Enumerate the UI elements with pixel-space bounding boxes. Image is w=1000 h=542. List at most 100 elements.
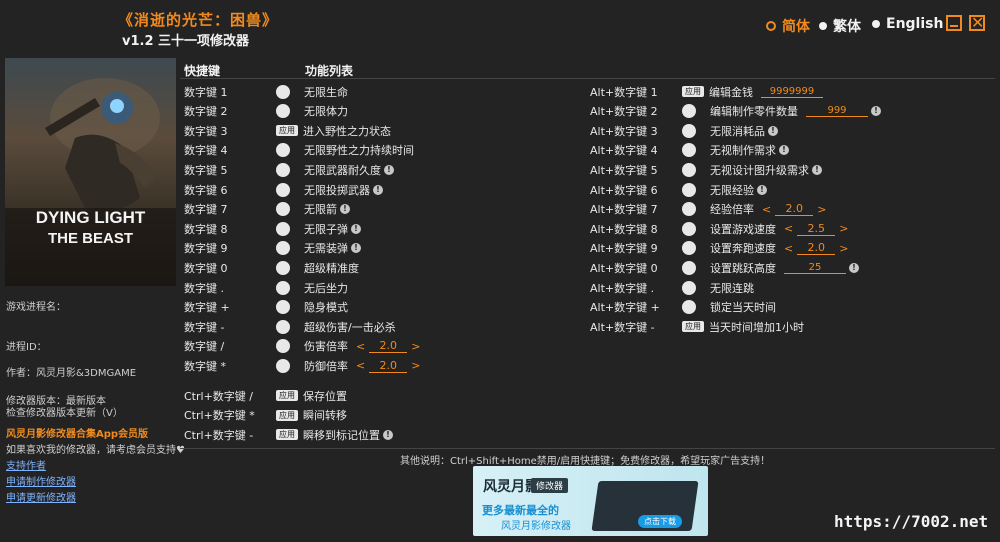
hotkey-column-header: 快捷键 bbox=[184, 64, 221, 78]
hotkey-label: 数字键 . bbox=[184, 281, 224, 295]
hotkey-label: 数字键 8 bbox=[184, 222, 228, 236]
increase-button[interactable]: > bbox=[411, 359, 420, 372]
function-label: 设置奔跑速度 bbox=[710, 242, 776, 256]
close-button[interactable]: ✕ bbox=[969, 15, 985, 31]
decrease-button[interactable]: < bbox=[356, 359, 365, 372]
info-icon[interactable]: ! bbox=[340, 204, 350, 215]
toggle-switch[interactable] bbox=[682, 260, 696, 275]
info-icon[interactable]: ! bbox=[849, 262, 859, 273]
hotkey-label: 数字键 - bbox=[184, 320, 225, 334]
toggle-switch[interactable] bbox=[276, 221, 290, 236]
stepper-value[interactable]: 2.5 bbox=[797, 222, 836, 236]
toggle-switch[interactable] bbox=[276, 182, 290, 197]
apply-button[interactable]: 应用 bbox=[276, 409, 298, 421]
toggle-switch[interactable] bbox=[682, 143, 696, 158]
function-label: 瞬间转移 bbox=[303, 409, 347, 422]
minimize-button[interactable] bbox=[946, 15, 962, 31]
cheat-row: Ctrl+数字键 / 应用 保存位置 bbox=[184, 386, 347, 405]
info-icon[interactable]: ! bbox=[779, 145, 789, 156]
apply-button[interactable]: 应用 bbox=[276, 390, 298, 401]
toggle-switch[interactable] bbox=[682, 202, 696, 217]
toggle-switch[interactable] bbox=[276, 280, 290, 295]
lang-option-traditional[interactable]: 繁体 bbox=[819, 16, 861, 36]
decrease-button[interactable]: < bbox=[784, 242, 793, 255]
info-icon[interactable]: ! bbox=[812, 164, 822, 175]
function-label: 无视制作需求 bbox=[710, 144, 776, 158]
ad-download-button[interactable]: 点击下载 bbox=[638, 515, 682, 528]
decrease-button[interactable]: < bbox=[356, 340, 365, 353]
function-label: 伤害倍率 bbox=[304, 340, 348, 354]
cheat-row: Alt+数字键 6 无限经验! bbox=[590, 180, 767, 199]
toggle-switch[interactable] bbox=[682, 182, 696, 197]
apply-button[interactable]: 应用 bbox=[682, 321, 704, 333]
info-icon[interactable]: ! bbox=[383, 429, 393, 440]
info-icon[interactable]: ! bbox=[373, 184, 383, 195]
toggle-switch[interactable] bbox=[276, 260, 290, 275]
support-author-link[interactable]: 支持作者 bbox=[6, 457, 46, 472]
value-input[interactable]: 25 bbox=[784, 262, 846, 274]
info-icon[interactable]: ! bbox=[384, 164, 394, 175]
toggle-switch[interactable] bbox=[276, 241, 290, 256]
function-label: 无限野性之力持续时间 bbox=[304, 144, 414, 158]
decrease-button[interactable]: < bbox=[784, 222, 793, 235]
stepper-value[interactable]: 2.0 bbox=[369, 359, 408, 373]
apply-button[interactable]: 应用 bbox=[682, 86, 704, 97]
info-icon[interactable]: ! bbox=[871, 106, 881, 117]
value-input[interactable]: 999 bbox=[806, 105, 868, 118]
check-update-link[interactable]: 检查修改器版本更新（V） bbox=[6, 404, 123, 419]
increase-button[interactable]: > bbox=[411, 340, 420, 353]
lang-option-english[interactable]: English bbox=[872, 16, 943, 32]
apply-button[interactable]: 应用 bbox=[276, 125, 298, 137]
toggle-switch[interactable] bbox=[682, 123, 696, 138]
function-label: 编辑金钱 bbox=[709, 85, 753, 99]
apply-button[interactable]: 应用 bbox=[276, 429, 298, 440]
toggle-switch[interactable] bbox=[682, 300, 696, 315]
promo-link[interactable]: 风灵月影修改器合集App会员版 bbox=[6, 425, 148, 440]
lang-label: 简体 bbox=[782, 19, 810, 35]
lang-option-simplified[interactable]: 简体 bbox=[766, 16, 810, 36]
hotkey-label: Ctrl+数字键 / bbox=[184, 389, 253, 403]
info-icon[interactable]: ! bbox=[351, 243, 361, 254]
toggle-switch[interactable] bbox=[682, 162, 696, 177]
toggle-switch[interactable] bbox=[276, 319, 290, 334]
hotkey-label: Alt+数字键 6 bbox=[590, 183, 658, 197]
increase-button[interactable]: > bbox=[839, 242, 848, 255]
request-update-link[interactable]: 申请更新修改器 bbox=[6, 489, 76, 504]
function-label: 无限体力 bbox=[304, 105, 348, 119]
toggle-switch[interactable] bbox=[276, 143, 290, 158]
hotkey-label: Alt+数字键 4 bbox=[590, 144, 658, 158]
toggle-switch[interactable] bbox=[276, 162, 290, 177]
info-icon[interactable]: ! bbox=[768, 125, 778, 136]
increase-button[interactable]: > bbox=[839, 222, 848, 235]
footer-divider bbox=[180, 448, 995, 449]
toggle-switch[interactable] bbox=[682, 241, 696, 256]
value-input[interactable]: 9999999 bbox=[761, 86, 823, 98]
toggle-switch[interactable] bbox=[276, 358, 290, 373]
function-label: 超级伤害/一击必杀 bbox=[304, 320, 396, 334]
info-icon[interactable]: ! bbox=[757, 184, 767, 195]
toggle-switch[interactable] bbox=[276, 300, 290, 315]
toggle-switch[interactable] bbox=[682, 221, 696, 236]
decrease-button[interactable]: < bbox=[762, 203, 771, 216]
stepper-value[interactable]: 2.0 bbox=[775, 202, 814, 217]
function-label: 无需装弹 bbox=[304, 242, 348, 256]
toggle-switch[interactable] bbox=[276, 202, 290, 217]
hotkey-label: 数字键 4 bbox=[184, 144, 228, 158]
stepper-value[interactable]: 2.0 bbox=[797, 241, 836, 256]
request-trainer-link[interactable]: 申请制作修改器 bbox=[6, 473, 76, 488]
toggle-switch[interactable] bbox=[276, 339, 290, 354]
author-label: 作者：风灵月影&3DMGAME bbox=[6, 368, 137, 379]
toggle-switch[interactable] bbox=[682, 280, 696, 295]
toggle-switch[interactable] bbox=[682, 104, 696, 119]
value-stepper: <2.0 > bbox=[356, 359, 420, 373]
toggle-switch[interactable] bbox=[276, 104, 290, 119]
value-stepper: <2.5 > bbox=[784, 222, 848, 236]
cheat-row: 数字键 8 无限子弹! bbox=[184, 219, 361, 238]
stepper-value[interactable]: 2.0 bbox=[369, 339, 408, 354]
cheat-row: Alt+数字键 + 锁定当天时间 bbox=[590, 298, 776, 317]
increase-button[interactable]: > bbox=[817, 203, 826, 216]
info-icon[interactable]: ! bbox=[351, 223, 361, 234]
process-id-label: 进程ID： bbox=[6, 342, 47, 353]
toggle-switch[interactable] bbox=[276, 84, 290, 99]
ad-banner[interactable]: 风灵月影 修改器 更多最新最全的 风灵月影修改器 点击下载 bbox=[473, 466, 708, 536]
